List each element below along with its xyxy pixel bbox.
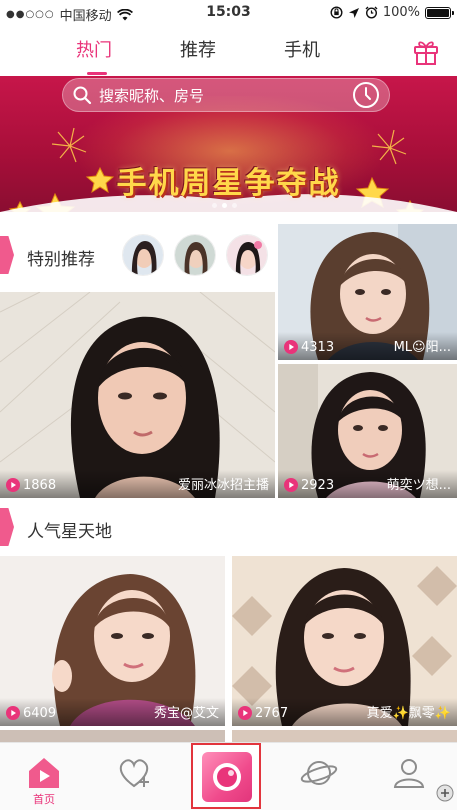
battery-percent: 100% xyxy=(382,5,420,20)
bottom-nav: 首页 xyxy=(0,742,457,810)
play-icon xyxy=(284,478,298,492)
stream-card-medium[interactable]: 2767 真爱✨飘零✨ xyxy=(232,556,457,726)
rotation-lock-icon xyxy=(330,6,343,19)
search-icon xyxy=(73,86,92,105)
view-count: 2923 xyxy=(301,478,335,493)
follow-icon xyxy=(119,759,149,788)
view-count: 1868 xyxy=(23,478,57,493)
popular-section-title: 人气星天地 xyxy=(27,522,112,542)
section-marker xyxy=(0,508,14,546)
camera-lens-icon xyxy=(213,763,241,791)
next-row-peek xyxy=(232,730,457,742)
play-icon xyxy=(284,340,298,354)
tab-recommended[interactable]: 推荐 xyxy=(180,36,216,62)
tab-hot[interactable]: 热门 xyxy=(76,36,112,62)
start-live-button[interactable] xyxy=(202,752,252,802)
stream-thumbnail xyxy=(0,292,275,498)
planet-icon xyxy=(300,761,338,785)
nav-discover[interactable] xyxy=(299,753,339,793)
streamer-name: 真爱✨飘零✨ xyxy=(366,706,451,721)
stream-card-small[interactable]: 4313 ML☺阳... xyxy=(278,224,457,360)
banner-dot[interactable] xyxy=(212,203,217,208)
streamer-name: 秀宝@艾文 xyxy=(153,706,219,721)
stream-card-large[interactable]: 1868 爱丽冰冰招主播 xyxy=(0,292,275,498)
play-icon xyxy=(238,706,252,720)
nav-follow[interactable] xyxy=(114,753,154,793)
active-tab-indicator xyxy=(87,72,107,75)
banner-pagination xyxy=(212,203,237,208)
next-row-peek xyxy=(0,730,225,742)
featured-section-title: 特别推荐 xyxy=(27,250,95,270)
streamer-name: 萌奕ツ想... xyxy=(386,478,451,493)
zoom-icon[interactable] xyxy=(435,783,455,803)
live-button-highlight xyxy=(191,743,261,809)
streamer-name: 爱丽冰冰招主播 xyxy=(177,478,269,493)
status-right: 100% xyxy=(330,5,454,20)
gift-icon[interactable] xyxy=(411,36,441,66)
streamer-name: ML☺阳... xyxy=(393,340,451,355)
alarm-icon xyxy=(365,6,378,19)
stream-card-medium[interactable]: 6409 秀宝@艾文 xyxy=(0,556,225,726)
nav-profile[interactable] xyxy=(389,753,429,793)
view-count: 4313 xyxy=(301,340,335,355)
featured-avatar-2[interactable] xyxy=(174,234,216,276)
section-marker xyxy=(0,236,14,274)
banner-dot-active[interactable] xyxy=(222,203,227,208)
search-input[interactable]: 搜索昵称、房号 xyxy=(99,85,204,106)
nav-home[interactable] xyxy=(24,753,64,793)
stream-card-small[interactable]: 2923 萌奕ツ想... xyxy=(278,364,457,498)
tab-mobile[interactable]: 手机 xyxy=(284,36,320,62)
featured-avatar-3[interactable] xyxy=(226,234,268,276)
home-icon xyxy=(29,758,59,788)
view-count: 6409 xyxy=(23,706,57,721)
battery-icon xyxy=(425,6,454,19)
profile-icon xyxy=(393,759,425,788)
location-icon xyxy=(348,7,359,18)
battery-fill xyxy=(427,8,449,17)
top-tabs: 热门 推荐 手机 xyxy=(0,26,457,76)
status-bar: ●●○○○ 中国移动 15:03 100% xyxy=(0,0,457,26)
play-icon xyxy=(6,706,20,720)
banner-title: 手机周星争夺战 xyxy=(116,166,341,201)
history-icon[interactable] xyxy=(351,80,381,110)
play-icon xyxy=(6,478,20,492)
nav-home-label: 首页 xyxy=(33,793,55,806)
featured-avatar-1[interactable] xyxy=(122,234,164,276)
view-count: 2767 xyxy=(255,706,289,721)
banner-dot[interactable] xyxy=(232,203,237,208)
